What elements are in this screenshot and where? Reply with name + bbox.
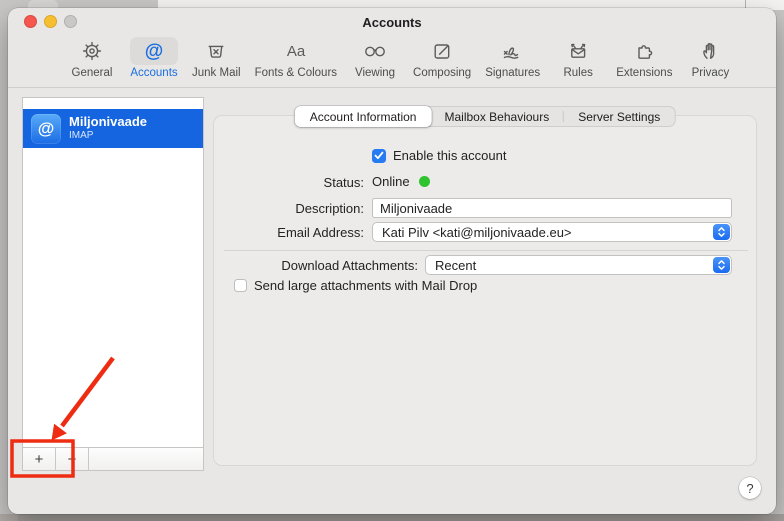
status-value: Online [372, 174, 410, 189]
toolbar-item-fonts-colours[interactable]: Aa Fonts & Colours [255, 37, 337, 79]
dropdown-stepper-icon [713, 257, 730, 273]
glasses-icon [351, 37, 399, 65]
account-information-form: Enable this account Status: Online Descr… [214, 116, 756, 465]
toolbar-label: Extensions [616, 67, 672, 79]
fonts-aa-icon: Aa [272, 37, 320, 65]
download-attachments-value: Recent [435, 258, 476, 273]
online-status-dot [419, 176, 430, 187]
account-protocol: IMAP [69, 130, 147, 142]
title-toolbar-area: Accounts General @ Accounts [8, 8, 776, 88]
background-strip-bottom [0, 514, 784, 521]
add-account-button[interactable]: + [23, 448, 55, 470]
download-attachments-label: Download Attachments: [214, 258, 418, 273]
toolbar-label: Junk Mail [192, 67, 241, 79]
toolbar-label: Privacy [692, 67, 730, 79]
toolbar-item-accounts[interactable]: @ Accounts [130, 37, 178, 79]
download-attachments-dropdown[interactable]: Recent [425, 255, 732, 275]
toolbar-label: Rules [563, 67, 592, 79]
help-button[interactable]: ? [739, 477, 761, 499]
maildrop-label: Send large attachments with Mail Drop [254, 278, 477, 293]
description-input[interactable] [372, 198, 732, 218]
status-value-row: Online [372, 174, 430, 189]
envelope-rules-icon [554, 37, 602, 65]
account-settings-panel: Account Information Mailbox Behaviours S… [213, 115, 757, 466]
toolbar-label: General [72, 67, 113, 79]
puzzle-icon [620, 37, 668, 65]
email-address-label: Email Address: [214, 225, 364, 240]
enable-account-checkbox[interactable] [372, 149, 386, 163]
enable-account-label: Enable this account [393, 148, 506, 163]
sidebar-action-bar: + − [23, 447, 203, 470]
question-mark-icon: ? [746, 481, 753, 496]
enable-account-row: Enable this account [372, 148, 506, 163]
account-name: Miljonivaade [69, 115, 147, 130]
sidebar-account-miljonivaade[interactable]: @ Miljonivaade IMAP [23, 109, 203, 148]
preferences-window: Accounts General @ Accounts [8, 8, 776, 514]
window-title: Accounts [8, 15, 776, 30]
action-bar-spacer [89, 448, 203, 470]
toolbar-item-junk-mail[interactable]: Junk Mail [192, 37, 241, 79]
toolbar-item-signatures[interactable]: Signatures [485, 37, 540, 79]
toolbar-item-extensions[interactable]: Extensions [616, 37, 672, 79]
email-address-dropdown[interactable]: Kati Pilv <kati@miljonivaade.eu> [372, 222, 732, 242]
toolbar-label: Accounts [130, 67, 177, 79]
dropdown-stepper-icon [713, 224, 730, 240]
toolbar-label: Composing [413, 67, 471, 79]
toolbar-item-composing[interactable]: Composing [413, 37, 471, 79]
maildrop-checkbox[interactable] [234, 279, 247, 292]
status-label: Status: [214, 175, 364, 190]
screenshot-stage: Accounts General @ Accounts [0, 0, 784, 521]
description-label: Description: [214, 201, 364, 216]
accounts-sidebar: @ Miljonivaade IMAP + − [22, 97, 204, 471]
gear-icon [68, 37, 116, 65]
background-strip-bottom-corner [0, 514, 18, 521]
email-address-value: Kati Pilv <kati@miljonivaade.eu> [382, 225, 572, 240]
toolbar-item-general[interactable]: General [68, 37, 116, 79]
preferences-toolbar: General @ Accounts Junk Mail [68, 37, 734, 79]
form-separator [224, 250, 748, 251]
at-icon: @ [130, 37, 178, 65]
junk-basket-icon [192, 37, 240, 65]
mail-account-icon: @ [31, 114, 61, 144]
signature-icon [489, 37, 537, 65]
compose-icon [418, 37, 466, 65]
toolbar-label: Fonts & Colours [255, 67, 337, 79]
toolbar-item-rules[interactable]: Rules [554, 37, 602, 79]
toolbar-item-privacy[interactable]: Privacy [686, 37, 734, 79]
toolbar-label: Viewing [355, 67, 395, 79]
aa-glyph: Aa [287, 43, 306, 60]
toolbar-item-viewing[interactable]: Viewing [351, 37, 399, 79]
hand-icon [686, 37, 734, 65]
maildrop-row: Send large attachments with Mail Drop [234, 278, 477, 293]
remove-account-button[interactable]: − [56, 448, 88, 470]
toolbar-label: Signatures [485, 67, 540, 79]
